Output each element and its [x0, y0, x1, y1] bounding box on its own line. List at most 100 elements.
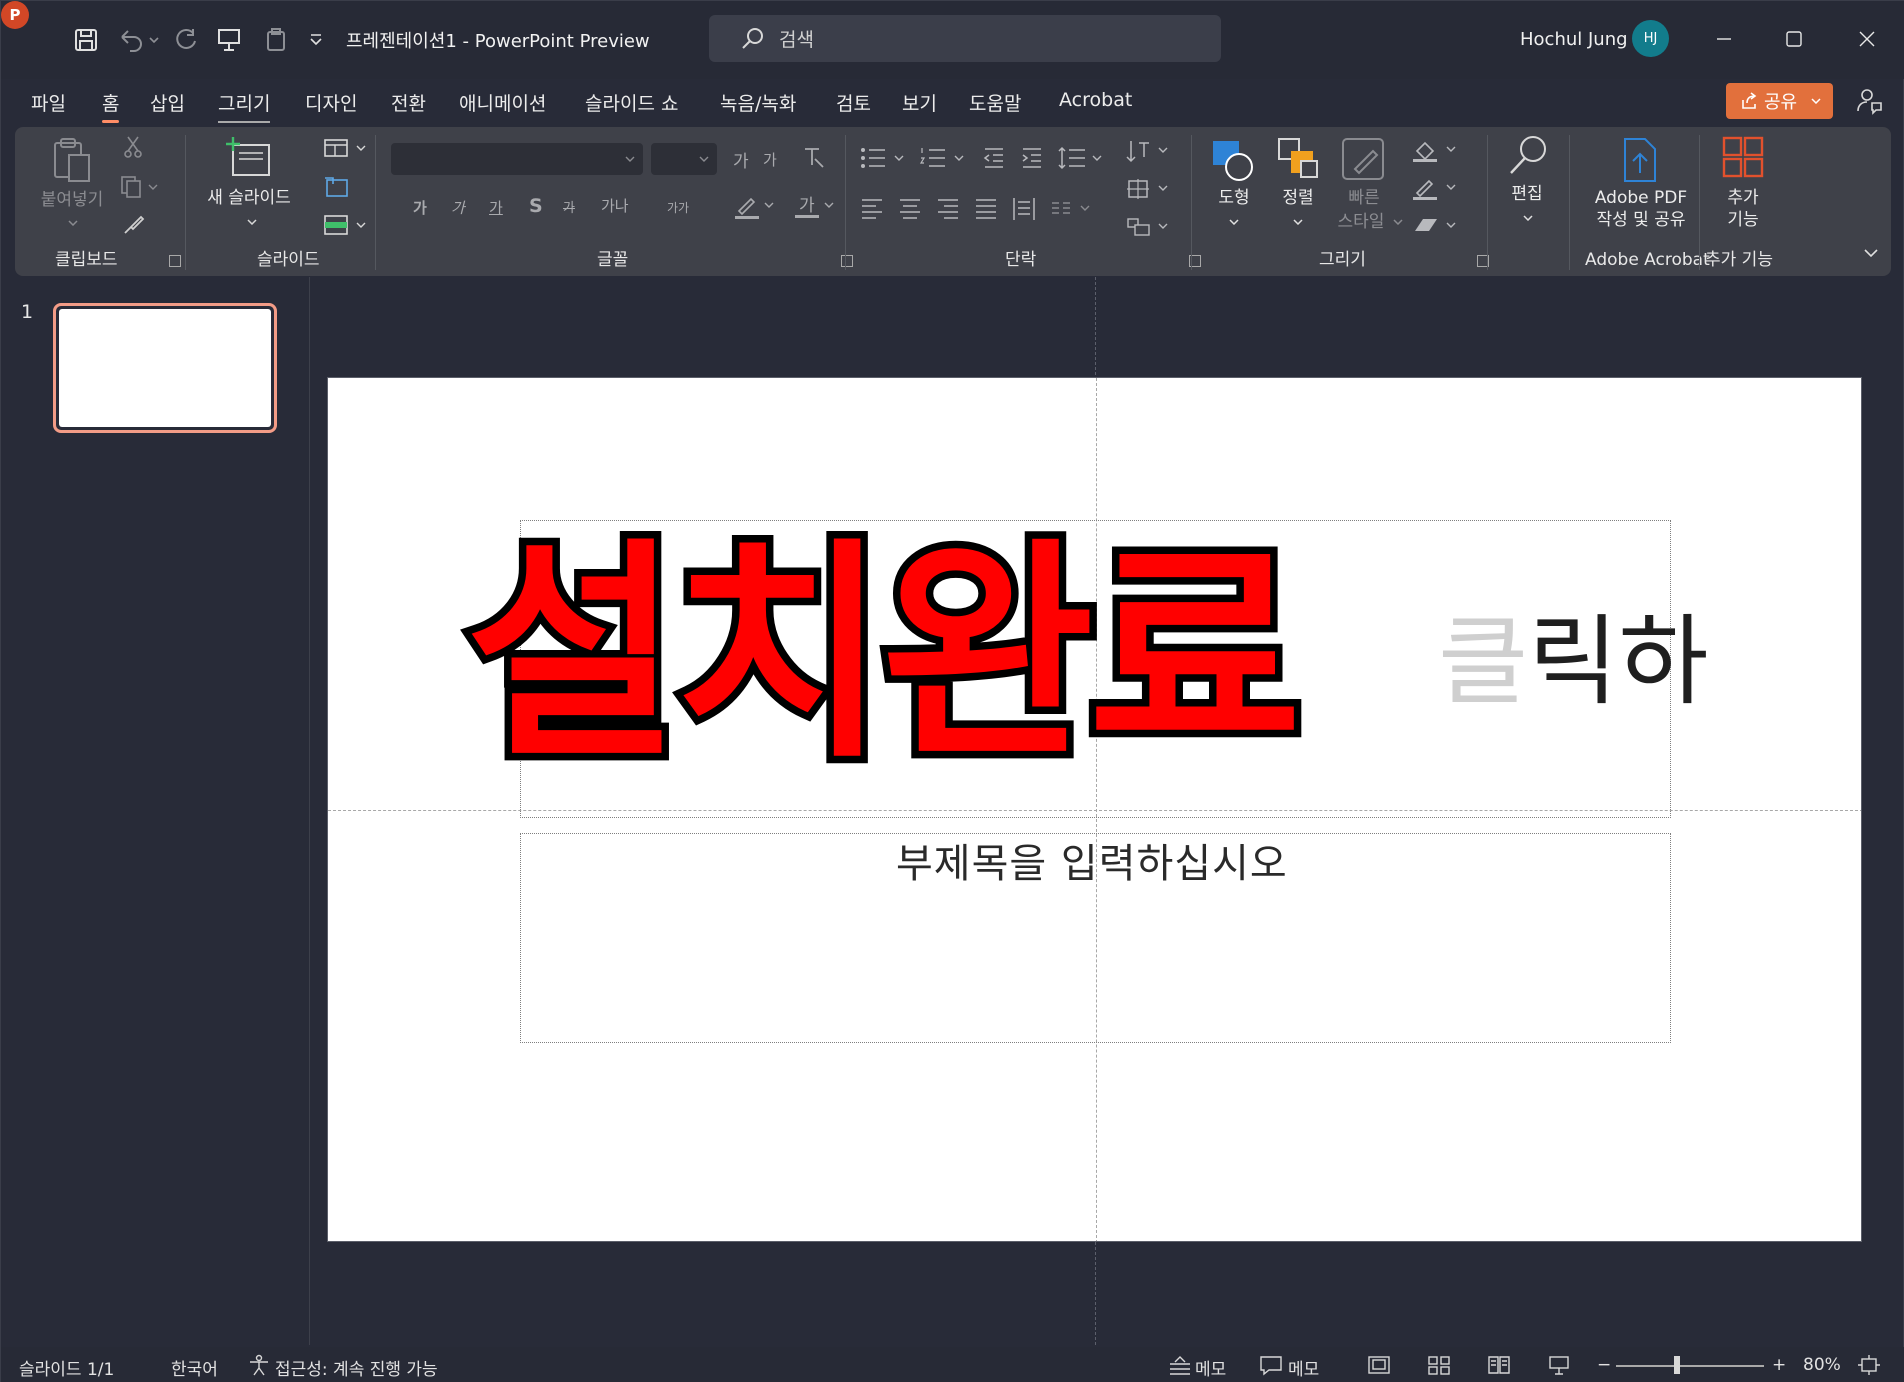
decrease-indent-icon[interactable]	[981, 145, 1007, 171]
distributed-icon[interactable]	[1011, 195, 1037, 221]
chevron-down-icon[interactable]	[1523, 215, 1533, 221]
quick-styles-label-2[interactable]: 스타일	[1333, 211, 1389, 233]
normal-view-icon[interactable]	[1367, 1354, 1391, 1376]
tab-draw[interactable]: 그리기	[218, 89, 271, 123]
reset-slide-icon[interactable]	[323, 175, 349, 199]
comments-button[interactable]: 메모	[1288, 1355, 1319, 1380]
tab-file[interactable]: 파일	[31, 89, 66, 116]
grow-font-button[interactable]: 가	[733, 147, 749, 172]
layout-icon[interactable]	[323, 137, 369, 159]
tab-view[interactable]: 보기	[902, 89, 937, 116]
highlight-color-icon[interactable]	[733, 191, 777, 221]
italic-button[interactable]: 가	[451, 197, 465, 218]
arrange-label[interactable]: 정렬	[1275, 187, 1321, 209]
fit-to-window-icon[interactable]	[1857, 1354, 1881, 1376]
clipboard-launcher-icon[interactable]	[169, 255, 181, 267]
tab-animations[interactable]: 애니메이션	[459, 89, 546, 116]
align-text-icon[interactable]	[1125, 177, 1173, 201]
present-from-beginning-icon[interactable]	[214, 23, 244, 57]
search-input[interactable]: 검색	[709, 15, 1221, 62]
tab-review[interactable]: 검토	[836, 89, 871, 116]
paste-label[interactable]: 붙여넣기	[37, 189, 107, 211]
line-spacing-icon[interactable]	[1057, 145, 1105, 171]
shapes-label[interactable]: 도형	[1211, 187, 1257, 209]
share-button[interactable]: 공유	[1726, 83, 1833, 119]
find-icon[interactable]	[1505, 133, 1551, 179]
font-name-combobox[interactable]	[391, 143, 643, 175]
shape-outline-icon[interactable]	[1411, 175, 1459, 201]
text-direction-icon[interactable]	[1125, 137, 1173, 165]
add-ins-label-line1[interactable]: 추가	[1719, 187, 1767, 209]
tab-acrobat[interactable]: Acrobat	[1059, 89, 1132, 111]
quick-styles-label[interactable]: 빠른	[1341, 187, 1387, 209]
minimize-button[interactable]	[1706, 21, 1742, 57]
new-slide-label[interactable]: 새 슬라이드	[201, 187, 297, 209]
tab-help[interactable]: 도움말	[969, 89, 1021, 116]
arrange-icon[interactable]	[1275, 137, 1321, 183]
editing-label[interactable]: 편집	[1503, 183, 1551, 205]
shape-fill-icon[interactable]	[1411, 137, 1459, 163]
tab-home[interactable]: 홈	[102, 89, 120, 123]
font-color-icon[interactable]: 가	[793, 189, 837, 221]
comments-icon[interactable]	[1854, 85, 1884, 115]
chevron-down-icon[interactable]	[1229, 219, 1239, 225]
undo-icon[interactable]	[115, 23, 161, 57]
create-pdf-icon[interactable]	[1619, 137, 1661, 183]
user-name[interactable]: Hochul Jung	[1520, 29, 1628, 50]
copy-icon[interactable]	[119, 175, 159, 199]
language-indicator[interactable]: 한국어	[171, 1355, 218, 1380]
change-case-button[interactable]: 가가	[667, 199, 689, 216]
bullets-icon[interactable]	[859, 145, 907, 171]
slide-show-icon[interactable]	[1547, 1354, 1571, 1376]
section-icon[interactable]	[323, 213, 369, 237]
strikethrough-button[interactable]: 가	[563, 197, 575, 216]
close-button[interactable]	[1849, 21, 1885, 57]
tab-transitions[interactable]: 전환	[391, 89, 426, 116]
save-icon[interactable]	[71, 23, 101, 57]
bold-button[interactable]: 가	[413, 197, 427, 218]
convert-to-smartart-icon[interactable]	[1125, 215, 1173, 239]
create-pdf-label-line1[interactable]: Adobe PDF	[1575, 187, 1707, 209]
format-painter-icon[interactable]	[121, 213, 145, 237]
font-size-combobox[interactable]	[651, 143, 717, 175]
create-pdf-label-line2[interactable]: 작성 및 공유	[1575, 209, 1707, 231]
tab-record[interactable]: 녹음/녹화	[720, 89, 796, 116]
zoom-slider-thumb[interactable]	[1674, 1356, 1680, 1374]
customize-qat-icon[interactable]	[305, 23, 327, 57]
zoom-out-button[interactable]: −	[1597, 1355, 1611, 1375]
new-slide-icon[interactable]	[225, 135, 275, 181]
pane-divider[interactable]	[309, 277, 310, 1345]
chevron-down-icon[interactable]	[1393, 219, 1403, 225]
reading-view-icon[interactable]	[1487, 1354, 1511, 1376]
chevron-down-icon[interactable]	[247, 219, 257, 225]
redo-icon[interactable]	[171, 23, 201, 57]
tab-design[interactable]: 디자인	[305, 89, 357, 116]
justify-icon[interactable]	[973, 195, 999, 221]
shrink-font-button[interactable]: 가	[763, 149, 777, 170]
slide-indicator[interactable]: 슬라이드 1/1	[19, 1355, 114, 1380]
zoom-slider[interactable]	[1616, 1365, 1764, 1367]
paste-icon[interactable]	[49, 137, 93, 185]
notes-button[interactable]: 메모	[1195, 1355, 1226, 1380]
quick-styles-icon[interactable]	[1341, 137, 1387, 183]
align-right-icon[interactable]	[935, 195, 961, 221]
shapes-icon[interactable]	[1211, 137, 1257, 183]
align-center-icon[interactable]	[897, 195, 923, 221]
cut-icon[interactable]	[121, 135, 145, 159]
zoom-level[interactable]: 80%	[1803, 1355, 1841, 1375]
avatar[interactable]: HJ	[1632, 20, 1669, 57]
character-spacing-button[interactable]: 가나	[601, 195, 629, 216]
underline-button[interactable]: 가	[489, 197, 503, 218]
tab-slide-show[interactable]: 슬라이드 쇼	[585, 89, 678, 116]
increase-indent-icon[interactable]	[1019, 145, 1045, 171]
slide-sorter-icon[interactable]	[1427, 1354, 1451, 1376]
tab-insert[interactable]: 삽입	[150, 89, 185, 116]
add-ins-icon[interactable]	[1721, 135, 1765, 179]
maximize-button[interactable]	[1776, 21, 1812, 57]
numbering-icon[interactable]	[919, 145, 967, 171]
touch-mode-icon[interactable]	[261, 23, 291, 57]
ribbon-display-options-icon[interactable]	[1861, 243, 1881, 263]
columns-icon[interactable]	[1049, 195, 1095, 221]
chevron-down-icon[interactable]	[68, 220, 78, 226]
accessibility-status[interactable]: 접근성: 계속 진행 가능	[275, 1355, 438, 1380]
